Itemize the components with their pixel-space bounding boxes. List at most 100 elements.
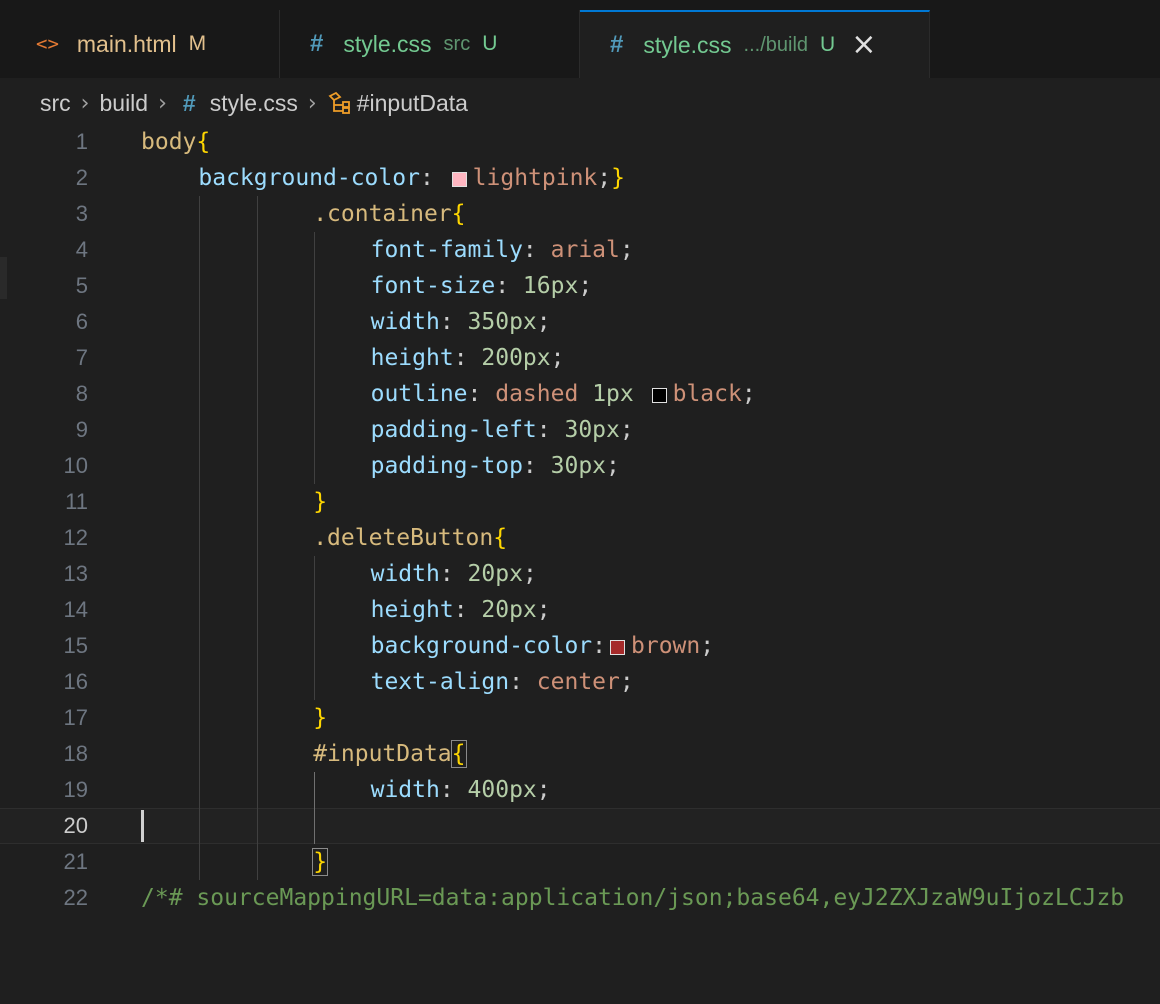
code-token: black (672, 381, 742, 407)
tab-label: style.css (343, 30, 432, 57)
tab-main-html[interactable]: <> main.html M (8, 10, 280, 78)
color-swatch[interactable] (451, 172, 467, 187)
close-icon[interactable]: × (851, 30, 876, 60)
code-token: : (522, 237, 551, 263)
breadcrumb-folder-build[interactable]: build (99, 90, 148, 117)
code-token: : (439, 309, 468, 335)
code-token: 200px (481, 345, 551, 371)
line-number: 19 (63, 777, 88, 802)
code-token: ; (741, 381, 756, 407)
code-text: #inputData{ (313, 740, 467, 768)
code-token: width (370, 777, 440, 803)
code-line[interactable]: 22 /*# sourceMappingURL=data:application/… (0, 880, 1160, 916)
line-number: 8 (75, 381, 88, 406)
code-text: width: 400px; (371, 777, 551, 803)
tab-description: src (443, 32, 471, 55)
code-token: { (196, 129, 211, 155)
symbol-class-icon (327, 91, 353, 115)
tab-bar: <> main.html M # style.css src U # style… (0, 0, 1160, 78)
line-number: 16 (63, 669, 88, 694)
code-text: .deleteButton{ (313, 525, 507, 551)
code-line[interactable]: 21} (0, 844, 1160, 880)
tab-label: style.css (643, 31, 732, 58)
line-number: 3 (75, 201, 88, 226)
code-line[interactable]: 20 (0, 808, 1160, 844)
code-line[interactable]: 17} (0, 700, 1160, 736)
code-line[interactable]: 3 .container{ (0, 196, 1160, 232)
code-text: height: 20px; (371, 597, 551, 623)
untracked-badge: U (482, 32, 498, 55)
indent-guide (314, 556, 315, 700)
code-line[interactable]: 9 padding-left: 30px; (0, 412, 1160, 448)
code-line[interactable]: 8 outline: dashed 1px black; (0, 376, 1160, 412)
code-text: font-family: arial; (371, 237, 634, 263)
code-token: 30px (550, 453, 607, 479)
code-line[interactable]: 14 height: 20px; (0, 592, 1160, 628)
code-token: 20px (481, 597, 537, 623)
code-line[interactable]: 2 background-color: lightpink;} (0, 160, 1160, 196)
code-token: } (611, 165, 625, 191)
code-line[interactable]: 4 font-family: arial; (0, 232, 1160, 268)
code-token: body (141, 129, 197, 155)
code-line[interactable]: 1 body{ (0, 124, 1160, 160)
code-text: padding-left: 30px; (371, 417, 634, 443)
code-token: brown (631, 633, 701, 659)
tab-style-css-src[interactable]: # style.css src U (280, 10, 580, 78)
code-token: } (313, 489, 328, 515)
breadcrumb-folder-src[interactable]: src (40, 90, 71, 117)
code-token: 1px (592, 381, 634, 407)
code-token: background-color (370, 633, 593, 659)
color-swatch[interactable] (610, 640, 626, 655)
code-text: } (313, 705, 327, 731)
tab-style-css-build[interactable]: # style.css .../build U × (580, 10, 930, 78)
code-line[interactable]: 5 font-size: 16px; (0, 268, 1160, 304)
code-token: : (509, 669, 537, 695)
code-token: font-size (370, 273, 496, 299)
code-token: ; (597, 165, 612, 191)
code-line[interactable]: 16 text-align: center; (0, 664, 1160, 700)
code-token: : (536, 417, 565, 443)
code-token: } (312, 848, 329, 876)
line-number: 20 (63, 813, 88, 838)
breadcrumb: src › build › # style.css › #inputData (0, 78, 1160, 128)
code-line[interactable]: 19 width: 400px; (0, 772, 1160, 808)
code-line[interactable]: 18 #inputData{ (0, 736, 1160, 772)
code-line[interactable]: 6 width: 350px; (0, 304, 1160, 340)
code-text: height: 200px; (371, 345, 565, 371)
code-line[interactable]: 13 width: 20px; (0, 556, 1160, 592)
code-token: : (439, 777, 468, 803)
line-number: 9 (75, 417, 88, 442)
code-line[interactable]: 11} (0, 484, 1160, 520)
code-line[interactable]: 7 height: 200px; (0, 340, 1160, 376)
code-token: .deleteButton (313, 525, 494, 551)
code-token: : (522, 453, 551, 479)
indent-guide (199, 196, 200, 880)
code-text: width: 20px; (371, 561, 537, 587)
line-number: 10 (63, 453, 88, 478)
code-text: text-align: center; (371, 669, 634, 695)
code-text: } (313, 489, 327, 515)
code-token: width (370, 309, 440, 335)
line-number: 21 (63, 849, 88, 874)
modified-badge: M (188, 32, 207, 55)
color-swatch[interactable] (651, 388, 667, 403)
code-editor[interactable]: 22 /*# sourceMappingURL=data:application/… (0, 124, 1160, 1004)
code-token: arial (550, 237, 620, 263)
code-token: dashed (495, 381, 579, 407)
code-token: width (370, 561, 440, 587)
code-token: text-align (370, 669, 510, 695)
code-token: 350px (467, 309, 537, 335)
code-line[interactable]: 12 .deleteButton{ (0, 520, 1160, 556)
code-token: ; (536, 597, 551, 623)
breadcrumb-file[interactable]: style.css (210, 90, 298, 117)
code-token: : (467, 381, 496, 407)
code-line[interactable]: 15 background-color: brown; (0, 628, 1160, 664)
code-token: height (370, 597, 454, 623)
line-number: 6 (75, 309, 88, 334)
chevron-right-icon: › (80, 90, 90, 116)
code-line[interactable]: 10 padding-top: 30px; (0, 448, 1160, 484)
breadcrumb-symbol[interactable]: #inputData (357, 90, 468, 117)
line-number: 1 (75, 129, 88, 154)
